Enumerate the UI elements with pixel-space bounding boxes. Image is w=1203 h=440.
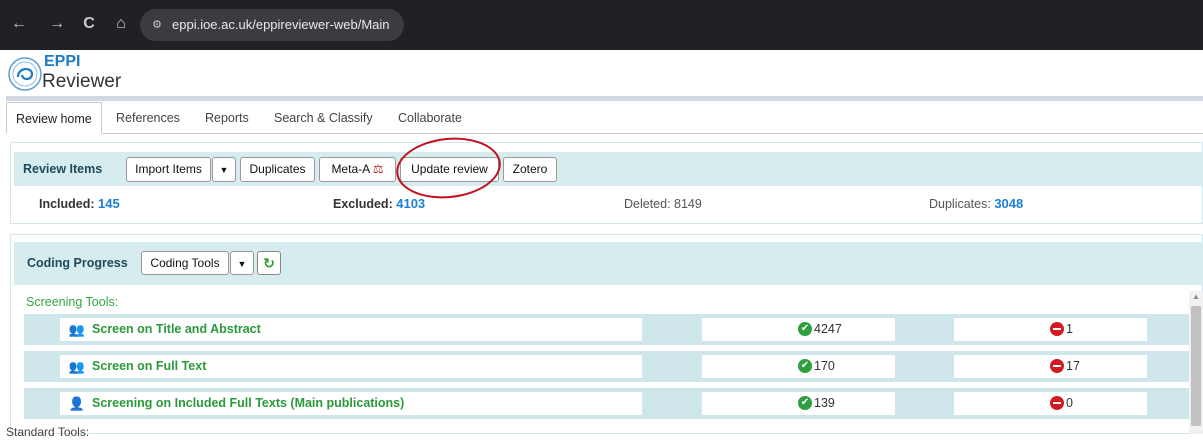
coding-progress-title: Coding Progress <box>27 256 128 270</box>
included-count: 139 <box>814 396 835 410</box>
included-count-cell[interactable]: ✔ 170 <box>702 355 895 378</box>
import-items-dropdown-button[interactable]: ▼ <box>212 157 236 182</box>
coding-tools-dropdown-button[interactable]: ▼ <box>230 251 254 275</box>
review-items-title: Review Items <box>23 162 103 176</box>
import-items-button[interactable]: Import Items <box>126 157 211 182</box>
forward-arrow-icon[interactable]: → <box>47 13 67 35</box>
tool-row: 👥 Screen on Full Text ✔ 170 17 <box>24 351 1191 382</box>
tool-name-cell: 👥 Screen on Title and Abstract <box>60 318 642 341</box>
check-circle-icon: ✔ <box>798 396 812 410</box>
excluded-count-cell[interactable]: 1 <box>954 318 1147 341</box>
check-circle-icon: ✔ <box>798 322 812 336</box>
minus-circle-icon <box>1050 359 1064 373</box>
refresh-icon: ↻ <box>263 255 275 271</box>
tab-search-classify[interactable]: Search & Classify <box>274 102 373 134</box>
chevron-down-icon: ▼ <box>219 165 229 175</box>
single-user-icon: 👤 <box>68 396 86 411</box>
zotero-button[interactable]: Zotero <box>503 157 557 182</box>
site-info-icon[interactable]: ⚙ <box>150 15 164 35</box>
check-circle-icon: ✔ <box>798 359 812 373</box>
tool-name-link[interactable]: Screen on Full Text <box>92 358 206 375</box>
excluded-stat: Excluded: 4103 <box>333 195 425 213</box>
logo-text-eppi: EPPI <box>44 53 81 70</box>
excluded-count: 0 <box>1066 396 1073 410</box>
screening-tools-label: Screening Tools: <box>26 295 119 309</box>
excluded-count: 1 <box>1066 322 1073 336</box>
url-text[interactable]: eppi.ioe.ac.uk/eppireviewer-web/Main <box>172 15 390 35</box>
meta-analysis-button[interactable]: Meta-A ⚖ <box>319 157 396 182</box>
excluded-count: 17 <box>1066 359 1080 373</box>
tool-name-link[interactable]: Screening on Included Full Texts (Main p… <box>92 395 404 412</box>
minus-circle-icon <box>1050 322 1064 336</box>
deleted-stat: Deleted: 8149 <box>624 197 702 211</box>
logo-text-reviewer: Reviewer <box>42 71 122 92</box>
meta-analysis-label: Meta-A <box>331 162 370 176</box>
standard-tools-label: Standard Tools: <box>6 425 90 439</box>
included-count: 4247 <box>814 322 842 336</box>
duplicates-count-link[interactable]: 3048 <box>994 196 1023 211</box>
refresh-button[interactable]: ↻ <box>257 251 281 275</box>
included-count-cell[interactable]: ✔ 139 <box>702 392 895 415</box>
excluded-label: Excluded: <box>333 197 393 211</box>
tool-row: 👤 Screening on Included Full Texts (Main… <box>24 388 1191 419</box>
tab-reports[interactable]: Reports <box>205 102 249 134</box>
multi-user-icon: 👥 <box>68 359 86 374</box>
scroll-up-icon[interactable]: ▲ <box>1190 291 1202 303</box>
header-divider <box>6 96 1203 101</box>
reload-icon[interactable]: C <box>79 13 99 35</box>
coding-tools-button[interactable]: Coding Tools <box>141 251 229 275</box>
tab-review-home[interactable]: Review home <box>6 102 102 134</box>
tool-name-cell: 👤 Screening on Included Full Texts (Main… <box>60 392 642 415</box>
scale-icon: ⚖ <box>372 162 384 176</box>
tool-name-cell: 👥 Screen on Full Text <box>60 355 642 378</box>
included-stat: Included: 145 <box>39 195 120 213</box>
home-icon[interactable]: ⌂ <box>111 13 131 35</box>
logo-swirl-icon <box>8 57 42 91</box>
duplicates-stat: Duplicates: 3048 <box>929 195 1023 213</box>
included-count-cell[interactable]: ✔ 4247 <box>702 318 895 341</box>
minus-circle-icon <box>1050 396 1064 410</box>
back-arrow-icon[interactable]: ← <box>9 13 29 35</box>
tool-name-link[interactable]: Screen on Title and Abstract <box>92 321 261 338</box>
included-count: 170 <box>814 359 835 373</box>
excluded-count-cell[interactable]: 17 <box>954 355 1147 378</box>
duplicates-button[interactable]: Duplicates <box>240 157 315 182</box>
included-label: Included: <box>39 197 95 211</box>
tab-collaborate[interactable]: Collaborate <box>398 102 462 134</box>
excluded-count-cell[interactable]: 0 <box>954 392 1147 415</box>
eppi-reviewer-logo: EPPI Reviewer <box>6 53 146 95</box>
multi-user-icon: 👥 <box>68 322 86 337</box>
scrollbar-thumb[interactable] <box>1191 306 1201 426</box>
main-tabs: Review home References Reports Search & … <box>6 102 1203 134</box>
chevron-down-icon: ▼ <box>237 259 247 269</box>
excluded-count-link[interactable]: 4103 <box>396 196 425 211</box>
duplicates-label: Duplicates: <box>929 197 991 211</box>
included-count-link[interactable]: 145 <box>98 196 120 211</box>
tab-references[interactable]: References <box>116 102 180 134</box>
tool-row: 👥 Screen on Title and Abstract ✔ 4247 1 <box>24 314 1191 345</box>
